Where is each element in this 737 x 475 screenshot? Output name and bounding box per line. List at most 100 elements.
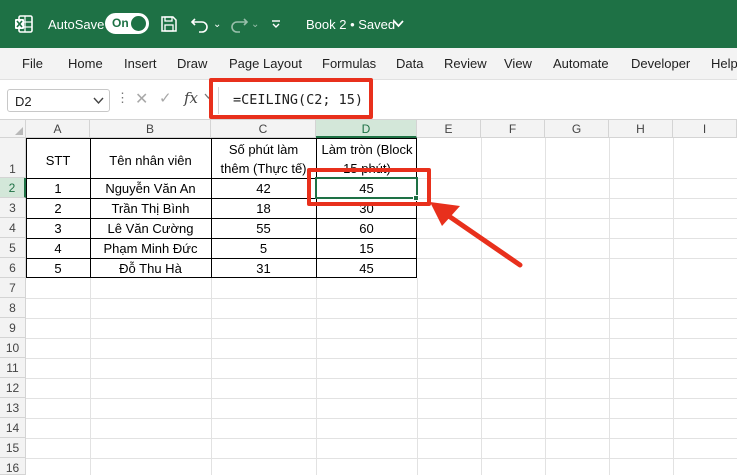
row-header-7[interactable]: 7 [0, 278, 26, 298]
row-header-3[interactable]: 3 [0, 198, 26, 218]
insert-function-icon[interactable]: fx [184, 89, 198, 107]
tab-automate[interactable]: Automate [553, 56, 609, 71]
column-header-d[interactable]: D [316, 120, 417, 138]
tab-view[interactable]: View [504, 56, 532, 71]
cell-d6[interactable]: 45 [316, 261, 417, 278]
gridline [417, 278, 418, 475]
row-header-8[interactable]: 8 [0, 298, 26, 318]
gridline [609, 138, 610, 475]
gridline [26, 338, 737, 339]
customize-toolbar-icon[interactable] [270, 0, 282, 48]
worksheet-grid[interactable]: A B C D E F G H I 1 2 3 4 5 6 7 8 9 10 1… [0, 120, 737, 475]
cell-b2[interactable]: Nguyễn Văn An [90, 181, 211, 198]
redo-dropdown-icon[interactable]: ⌄ [251, 0, 259, 48]
toggle-knob [131, 16, 146, 31]
row-header-11[interactable]: 11 [0, 358, 26, 378]
row-header-4[interactable]: 4 [0, 218, 26, 238]
tab-review[interactable]: Review [444, 56, 487, 71]
cell-c4[interactable]: 55 [211, 221, 316, 238]
cancel-icon[interactable]: ✕ [135, 89, 148, 109]
column-header-g[interactable]: G [545, 120, 609, 138]
row-header-1[interactable]: 1 [0, 138, 26, 178]
gridline [673, 138, 674, 475]
cell-b3[interactable]: Trần Thị Bình [90, 201, 211, 218]
cell-c2[interactable]: 42 [211, 181, 316, 198]
gridline [26, 458, 737, 459]
table-border [26, 258, 417, 259]
autosave-label: AutoSave [48, 16, 105, 32]
row-header-10[interactable]: 10 [0, 338, 26, 358]
cell-highlight-box [307, 168, 431, 206]
name-box[interactable]: D2 [7, 89, 110, 112]
column-header-b[interactable]: B [90, 120, 211, 138]
tab-formulas[interactable]: Formulas [322, 56, 376, 71]
column-header-f[interactable]: F [481, 120, 545, 138]
row-header-9[interactable]: 9 [0, 318, 26, 338]
document-title[interactable]: Book 2 • Saved [306, 0, 395, 48]
gridline [211, 278, 212, 475]
column-header-e[interactable]: E [417, 120, 481, 138]
select-all-triangle-icon [15, 127, 23, 135]
row-header-13[interactable]: 13 [0, 398, 26, 418]
tab-help[interactable]: Help [711, 56, 737, 71]
table-border [26, 218, 417, 219]
excel-logo-icon [14, 0, 34, 48]
ribbon-tabs: File Home Insert Draw Page Layout Formul… [0, 48, 737, 80]
autosave-toggle[interactable]: On [105, 13, 149, 34]
tab-draw[interactable]: Draw [177, 56, 207, 71]
cell-b5[interactable]: Phạm Minh Đức [90, 241, 211, 258]
row-header-16[interactable]: 16 [0, 458, 26, 475]
cell-c3[interactable]: 18 [211, 201, 316, 218]
gridline [26, 418, 737, 419]
more-options-icon[interactable]: ⋮ [116, 90, 129, 106]
save-icon[interactable] [160, 0, 178, 48]
cell-c5[interactable]: 5 [211, 241, 316, 258]
cell-c1[interactable]: Số phút làm thêm (Thực tế) [213, 140, 314, 178]
row-header-5[interactable]: 5 [0, 238, 26, 258]
select-all-button[interactable] [0, 120, 26, 138]
cell-a5[interactable]: 4 [26, 241, 90, 258]
cell-a1[interactable]: STT [26, 153, 90, 171]
gridline [26, 378, 737, 379]
cell-b6[interactable]: Đỗ Thu Hà [90, 261, 211, 278]
enter-icon[interactable]: ✓ [159, 89, 172, 107]
row-header-15[interactable]: 15 [0, 438, 26, 458]
table-border [26, 238, 417, 239]
gridline [26, 358, 737, 359]
column-header-a[interactable]: A [26, 120, 90, 138]
undo-dropdown-icon[interactable]: ⌄ [213, 0, 221, 48]
column-header-h[interactable]: H [609, 120, 673, 138]
name-box-chevron-icon[interactable] [93, 93, 104, 110]
cell-b1[interactable]: Tên nhân viên [90, 153, 211, 171]
tab-file[interactable]: File [22, 56, 43, 71]
cell-a3[interactable]: 2 [26, 201, 90, 218]
document-title-chevron-icon[interactable] [393, 0, 404, 48]
cell-a4[interactable]: 3 [26, 221, 90, 238]
row-header-6[interactable]: 6 [0, 258, 26, 278]
tab-insert[interactable]: Insert [124, 56, 157, 71]
cell-b4[interactable]: Lê Văn Cường [90, 221, 211, 238]
autosave-state: On [112, 16, 129, 30]
gridline [26, 318, 737, 319]
undo-icon[interactable] [190, 0, 210, 48]
cell-a6[interactable]: 5 [26, 261, 90, 278]
gridline [26, 298, 737, 299]
tab-data[interactable]: Data [396, 56, 423, 71]
tab-developer[interactable]: Developer [631, 56, 690, 71]
tab-page-layout[interactable]: Page Layout [229, 56, 302, 71]
column-header-c[interactable]: C [211, 120, 316, 138]
formula-highlight-box [209, 78, 373, 119]
redo-icon[interactable] [229, 0, 249, 48]
cell-d5[interactable]: 15 [316, 241, 417, 258]
gridline [26, 398, 737, 399]
row-header-14[interactable]: 14 [0, 418, 26, 438]
tab-home[interactable]: Home [68, 56, 103, 71]
gridline [90, 278, 91, 475]
cell-a2[interactable]: 1 [26, 181, 90, 198]
gridline [481, 138, 482, 475]
row-header-12[interactable]: 12 [0, 378, 26, 398]
cell-c6[interactable]: 31 [211, 261, 316, 278]
cell-d4[interactable]: 60 [316, 221, 417, 238]
column-header-i[interactable]: I [673, 120, 737, 138]
row-header-2[interactable]: 2 [0, 178, 26, 198]
